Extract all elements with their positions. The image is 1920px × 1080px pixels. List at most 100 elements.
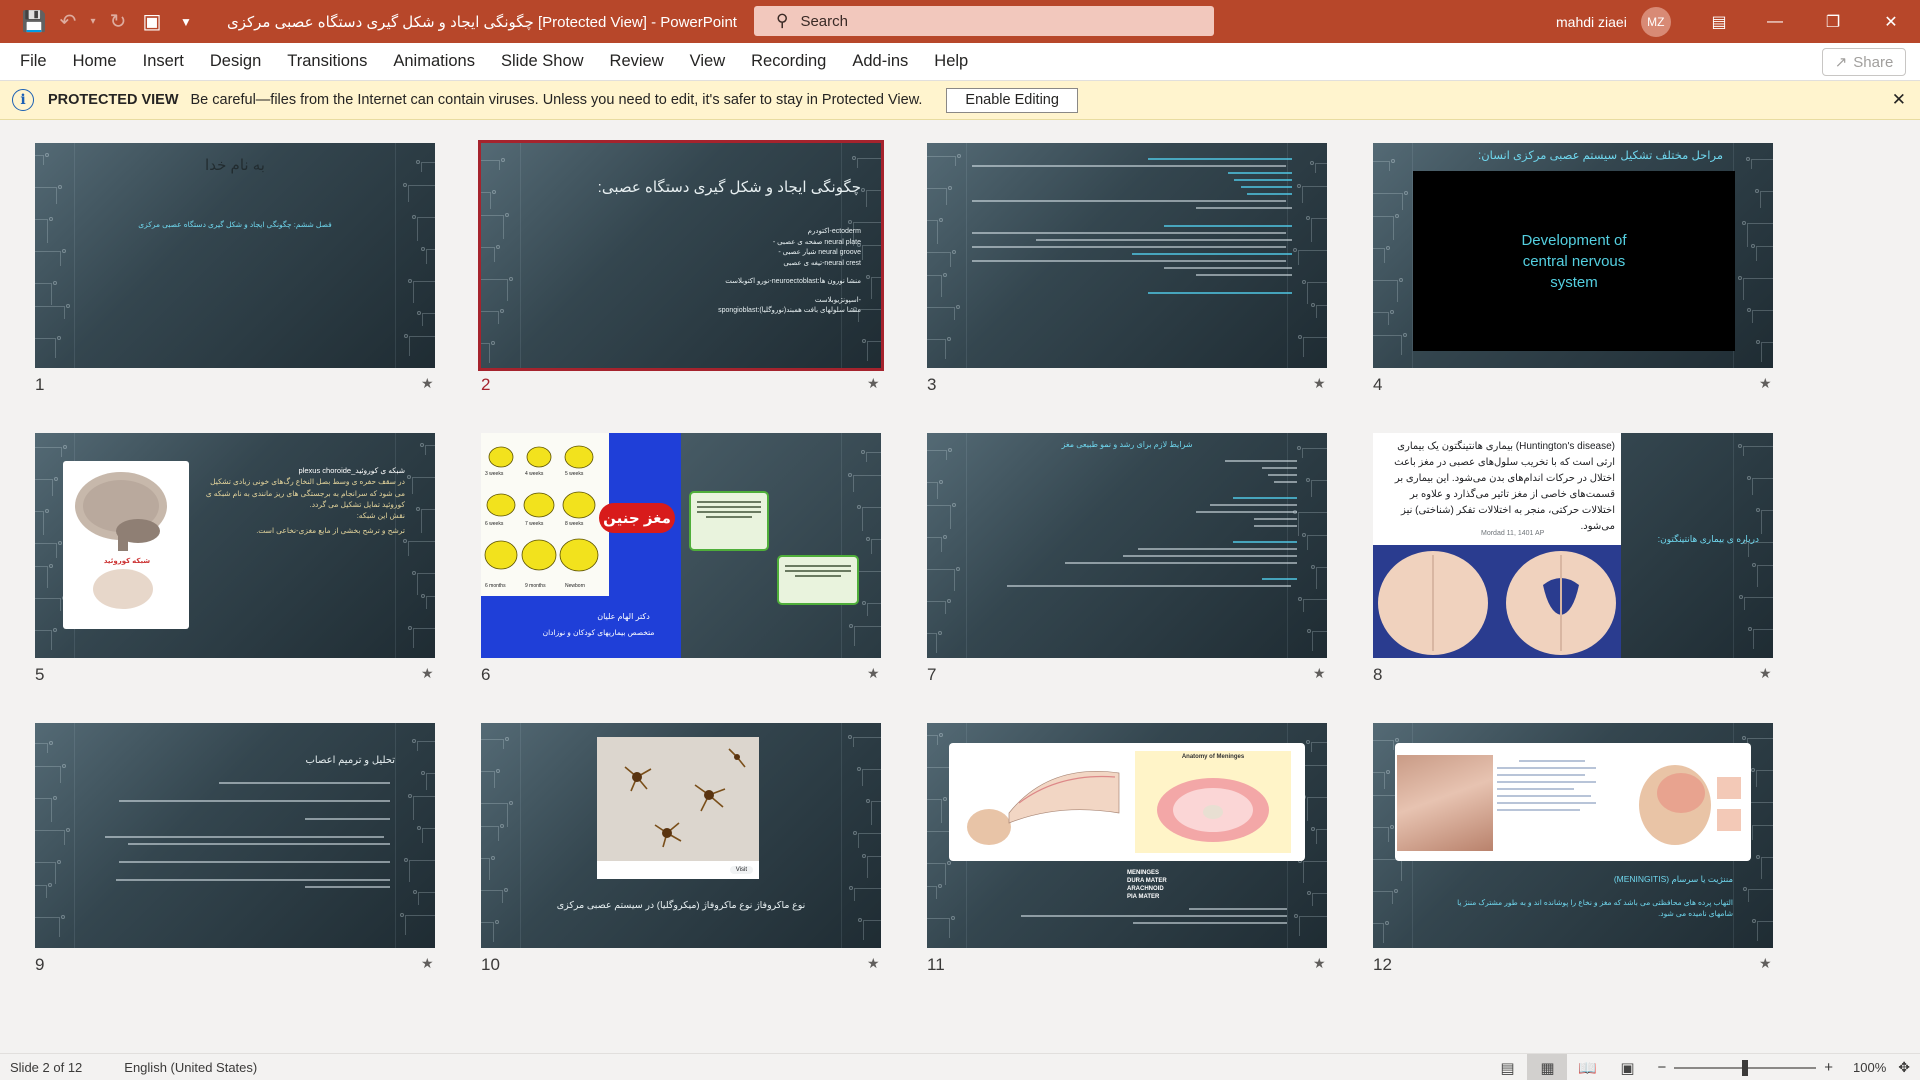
protected-view-title: PROTECTED VIEW <box>48 92 179 108</box>
zoom-in-icon[interactable]: + <box>1824 1059 1833 1076</box>
save-icon[interactable]: 💾 <box>17 0 51 43</box>
slide-thumbnail[interactable] <box>927 143 1327 368</box>
ribbon-tabs: File Home Insert Design Transitions Anim… <box>0 43 1920 81</box>
tab-view[interactable]: View <box>677 52 738 71</box>
slide-thumbnail[interactable]: شرایط لازم برای رشد و نمو طبیعی مغز <box>927 433 1327 658</box>
circuit-decoration <box>841 723 881 948</box>
slide-text-block <box>972 153 1292 299</box>
brain-scan-image <box>1373 545 1621 658</box>
minimize-icon[interactable]: — <box>1752 0 1798 43</box>
share-button[interactable]: ↗ Share <box>1822 48 1906 76</box>
search-box[interactable]: ⚲ Search <box>754 6 1214 36</box>
slide-title: چگونگی ایجاد و شکل گیری دستگاه عصبی: <box>597 179 861 196</box>
slide-thumbnail[interactable]: (Huntington's disease) بیماری هانتینگتون… <box>1373 433 1773 658</box>
zoom-slider[interactable] <box>1674 1059 1817 1076</box>
info-icon: i <box>12 89 34 111</box>
week-label: 6 months <box>485 583 506 589</box>
account[interactable]: mahdi ziaei MZ <box>1556 0 1671 43</box>
visit-button[interactable]: Visit <box>729 866 753 874</box>
anatomy-of-meninges-figure: Anatomy of Meninges <box>1135 751 1291 853</box>
ribbon-display-icon[interactable]: ▤ <box>1696 0 1742 43</box>
tab-design[interactable]: Design <box>197 52 274 71</box>
restore-icon[interactable]: ❐ <box>1810 0 1856 43</box>
slide-sorter-icon[interactable]: ▦ <box>1527 1054 1568 1080</box>
slide-line: نقش این شبکه: <box>356 511 405 520</box>
tab-insert[interactable]: Insert <box>130 52 197 71</box>
tab-home[interactable]: Home <box>60 52 130 71</box>
slide-thumbnail[interactable]: Anatomy of Meninges MENINGES DURA MATER … <box>927 723 1327 948</box>
article-date: Mordad 11, 1401 AP <box>1481 530 1545 537</box>
slide-body: ectoderm-اکتودرم neural plate صفحه ی عصب… <box>631 227 861 317</box>
slide-number: 4 <box>1373 375 1383 394</box>
zoom-slider-thumb[interactable] <box>1742 1059 1749 1076</box>
slide-number: 12 <box>1373 955 1392 974</box>
tab-slide-show[interactable]: Slide Show <box>488 52 597 71</box>
slide-thumbnail[interactable]: 3 weeks 4 weeks 5 weeks 6 weeks 7 weeks … <box>481 433 881 658</box>
slide-line: در سقف حفره ی وسط بصل النخاع رگ‌های خونی… <box>205 477 405 509</box>
slide-caption: نوع ماکروفاژ نوع ماکروفاژ (میکروگلیا) در… <box>556 900 806 911</box>
slide-body: التهاب پرده های محافظتی می باشد که مغز و… <box>1457 898 1733 919</box>
slide-line: neural groove شیار عصبی - <box>778 249 861 256</box>
embedded-video[interactable]: Development of central nervous system <box>1413 171 1735 351</box>
normal-view-icon[interactable]: ▤ <box>1487 1054 1527 1080</box>
slide-thumbnail[interactable]: مننژیت یا سرسام (MENINGITIS) التهاب پرده… <box>1373 723 1773 948</box>
star-icon: ★ <box>1759 665 1772 681</box>
slide-line: -اسپونژیوبلاست <box>814 296 861 304</box>
star-icon: ★ <box>867 955 880 971</box>
meningitis-image <box>1395 743 1751 861</box>
slide-title: مننژیت یا سرسام (MENINGITIS) <box>1613 874 1733 884</box>
term: DURA MATER <box>1127 878 1167 885</box>
slide-title: شرایط لازم برای رشد و نمو طبیعی مغز <box>1061 440 1193 449</box>
image-footer: Visit <box>597 861 759 879</box>
close-icon[interactable]: ✕ <box>1892 90 1906 110</box>
tab-transitions[interactable]: Transitions <box>274 52 380 71</box>
title-bar: 💾 ↶ ▾ ↻ ▣ ▼ چگونگی ایجاد و شکل گیری دستگ… <box>0 0 1920 43</box>
tab-add-ins[interactable]: Add-ins <box>839 52 921 71</box>
tab-file[interactable]: File <box>0 52 60 71</box>
fit-to-window-icon[interactable]: ✥ <box>1898 1059 1910 1076</box>
slide-show-icon[interactable]: ▣ <box>1607 1054 1647 1080</box>
slide-thumbnail-selected[interactable]: چگونگی ایجاد و شکل گیری دستگاه عصبی: ect… <box>481 143 881 368</box>
star-icon: ★ <box>867 375 880 391</box>
slide-thumbnail[interactable]: Visit نوع ماکروفاژ نوع ماکروفاژ (میکروگل… <box>481 723 881 948</box>
search-icon: ⚲ <box>776 11 789 30</box>
slide-thumbnail[interactable]: شبکه کوروئید شبکه ی کوروئید_plexus choro… <box>35 433 435 658</box>
present-from-start-icon[interactable]: ▣ <box>135 0 169 43</box>
customize-toolbar-icon[interactable]: ▼ <box>169 0 203 43</box>
article-text: (Huntington's disease) بیماری هانتینگتون… <box>1379 439 1615 535</box>
share-icon: ↗ <box>1834 54 1848 71</box>
slide-bullet: شبکه ی کوروئید_plexus choroide <box>298 466 405 475</box>
circuit-decoration <box>35 143 75 368</box>
term: PIA MATER <box>1127 894 1160 901</box>
slide-line: neural plate صفحه ی عصبی - <box>772 238 861 246</box>
slide-thumbnail[interactable]: به نام خدا فصل ششم: چگونگی ایجاد و شکل گ… <box>35 143 435 368</box>
enable-editing-button[interactable]: Enable Editing <box>946 87 1078 113</box>
tab-review[interactable]: Review <box>597 52 677 71</box>
term: ARACHNOID <box>1127 886 1164 893</box>
zoom-out-icon[interactable]: − <box>1657 1059 1666 1076</box>
tab-animations[interactable]: Animations <box>380 52 488 71</box>
redo-icon[interactable]: ↻ <box>101 0 135 43</box>
zoom-level[interactable]: 100% <box>1853 1060 1886 1075</box>
tab-recording[interactable]: Recording <box>738 52 839 71</box>
slide-line: neural crest-تیغه ی عصبی <box>783 259 861 267</box>
slide-counter: Slide 2 of 12 <box>10 1059 83 1075</box>
avatar: MZ <box>1640 6 1671 37</box>
close-icon[interactable]: ✕ <box>1868 0 1914 43</box>
slide-number: 11 <box>927 955 945 974</box>
circuit-decoration <box>395 143 435 368</box>
language-indicator[interactable]: English (United States) <box>124 1060 257 1075</box>
slide-title: مراحل مختلف تشکیل سیستم عصبی مرکزی انسان… <box>1478 150 1723 162</box>
undo-icon[interactable]: ↶ <box>51 0 85 43</box>
microglia-image: Visit <box>597 737 759 879</box>
slide-thumbnail[interactable]: مراحل مختلف تشکیل سیستم عصبی مرکزی انسان… <box>1373 143 1773 368</box>
undo-dropdown-icon[interactable]: ▾ <box>85 0 101 43</box>
star-icon: ★ <box>421 375 434 391</box>
week-label: Newborn <box>565 583 586 589</box>
protected-view-bar: i PROTECTED VIEW Be careful—files from t… <box>0 81 1920 120</box>
tab-help[interactable]: Help <box>921 52 981 71</box>
callout-box <box>777 555 859 605</box>
reading-view-icon[interactable]: 📖 <box>1567 1054 1607 1080</box>
slide-line: منشا نورون ها:neuroectoblast-نورو اکتوبل… <box>725 278 861 285</box>
slide-thumbnail[interactable]: تحلیل و ترمیم اعصاب <box>35 723 435 948</box>
